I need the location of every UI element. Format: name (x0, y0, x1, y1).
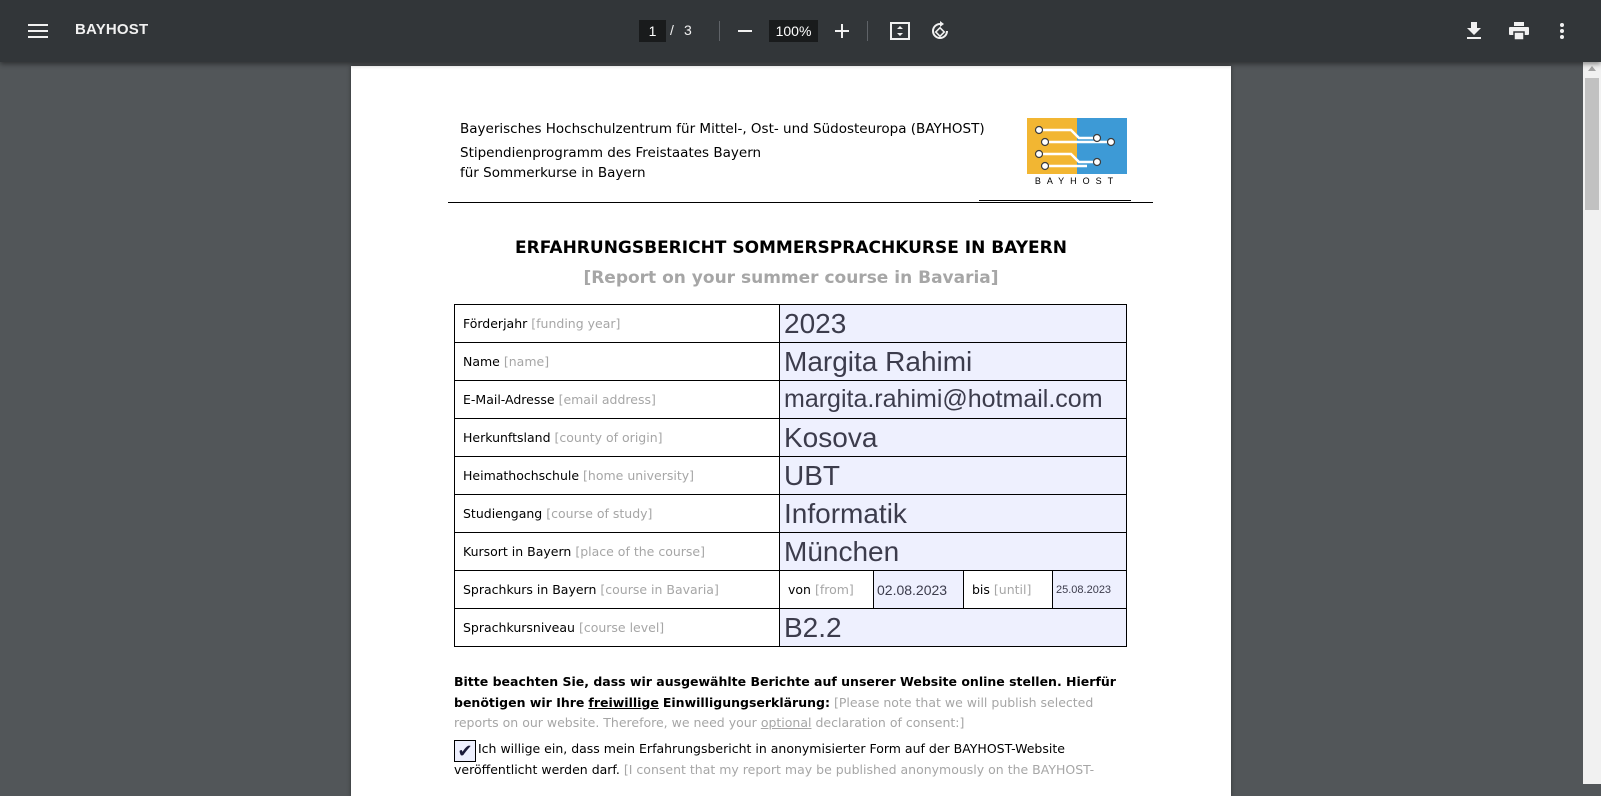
field-label: Förderjahr [funding year] (454, 304, 780, 343)
header-program-sub: für Sommerkurse in Bayern (460, 165, 646, 181)
download-icon[interactable] (1456, 13, 1492, 49)
form-row: Herkunftsland [county of origin] Kosova (454, 418, 1127, 457)
header-institution: Bayerisches Hochschulzentrum für Mittel-… (460, 121, 985, 137)
page-separator: / (670, 22, 674, 38)
toolbar-divider (867, 21, 868, 41)
notice-translation-end: declaration of consent:] (815, 715, 965, 730)
scroll-up-arrow-icon[interactable] (1588, 66, 1596, 71)
form-row: Kursort in Bayern [place of the course] … (454, 532, 1127, 571)
document-title-heading: ERFAHRUNGSBERICHT SOMMERSPRACHKURSE IN B… (515, 238, 1067, 258)
course-level-field[interactable]: B2.2 (779, 608, 1127, 647)
zoom-out-button[interactable] (727, 13, 763, 49)
print-icon[interactable] (1501, 13, 1537, 49)
publication-notice: Bitte beachten Sie, dass wir ausgewählte… (454, 672, 1134, 734)
consent-translation: [I consent that my report may be publish… (623, 762, 1095, 777)
until-date-field[interactable]: 25.08.2023 (1052, 570, 1127, 609)
home-university-field[interactable]: UBT (779, 456, 1127, 495)
notice-text-end: Einwilligungserklärung: (662, 694, 830, 710)
toolbar-divider (719, 21, 720, 41)
header-rule (448, 202, 1153, 203)
field-label: Name [name] (454, 342, 780, 381)
course-place-field[interactable]: München (779, 532, 1127, 571)
notice-translation-emphasis: optional (760, 715, 812, 730)
field-label: Herkunftsland [county of origin] (454, 418, 780, 457)
zoom-level-input[interactable]: 100% (769, 20, 818, 42)
from-date-field[interactable]: 02.08.2023 (873, 570, 964, 609)
page-total: 3 (684, 22, 692, 38)
report-form-table: Förderjahr [funding year] 2023 Name [nam… (454, 304, 1127, 647)
form-row: Sprachkurs in Bayern [course in Bavaria]… (454, 570, 1127, 609)
notice-emphasis: freiwillige (588, 694, 659, 710)
name-field[interactable]: Margita Rahimi (779, 342, 1127, 381)
funding-year-field[interactable]: 2023 (779, 304, 1127, 343)
form-row: Heimathochschule [home university] UBT (454, 456, 1127, 495)
fit-page-icon[interactable] (882, 13, 918, 49)
country-field[interactable]: Kosova (779, 418, 1127, 457)
field-label: Kursort in Bayern [place of the course] (454, 532, 780, 571)
field-label: Sprachkurs in Bayern [course in Bavaria] (454, 570, 780, 609)
document-subtitle: [Report on your summer course in Bavaria… (583, 268, 999, 288)
form-row: E-Mail-Adresse [email address] margita.r… (454, 380, 1127, 419)
form-row: Name [name] Margita Rahimi (454, 342, 1127, 381)
scrollbar-thumb[interactable] (1585, 78, 1599, 210)
consent-statement: Ich willige ein, dass mein Erfahrungsber… (454, 738, 1134, 780)
header-program: Stipendienprogramm des Freistaates Bayer… (460, 145, 762, 161)
form-row: Sprachkursniveau [course level] B2.2 (454, 608, 1127, 647)
email-field[interactable]: margita.rahimi@hotmail.com (779, 380, 1127, 419)
course-of-study-field[interactable]: Informatik (779, 494, 1127, 533)
header-logo-rule (979, 200, 1131, 201)
zoom-in-button[interactable] (824, 13, 860, 49)
pdf-toolbar: BAYHOST 1 / 3 100% (0, 0, 1601, 62)
from-label: von [from] (779, 570, 874, 609)
field-label: E-Mail-Adresse [email address] (454, 380, 780, 419)
pdf-page: Bayerisches Hochschulzentrum für Mittel-… (351, 66, 1231, 796)
document-title: BAYHOST (75, 21, 149, 38)
rotate-icon[interactable] (922, 13, 958, 49)
logo-text: BAYHOST (1034, 176, 1120, 186)
form-row: Förderjahr [funding year] 2023 (454, 304, 1127, 343)
page-number-input[interactable]: 1 (639, 20, 666, 42)
vertical-scrollbar[interactable] (1583, 62, 1601, 784)
field-label: Sprachkursniveau [course level] (454, 608, 780, 647)
field-label: Heimathochschule [home university] (454, 456, 780, 495)
form-row: Studiengang [course of study] Informatik (454, 494, 1127, 533)
until-label: bis [until] (963, 570, 1053, 609)
more-options-icon[interactable] (1544, 13, 1580, 49)
field-label: Studiengang [course of study] (454, 494, 780, 533)
menu-icon[interactable] (20, 13, 56, 49)
